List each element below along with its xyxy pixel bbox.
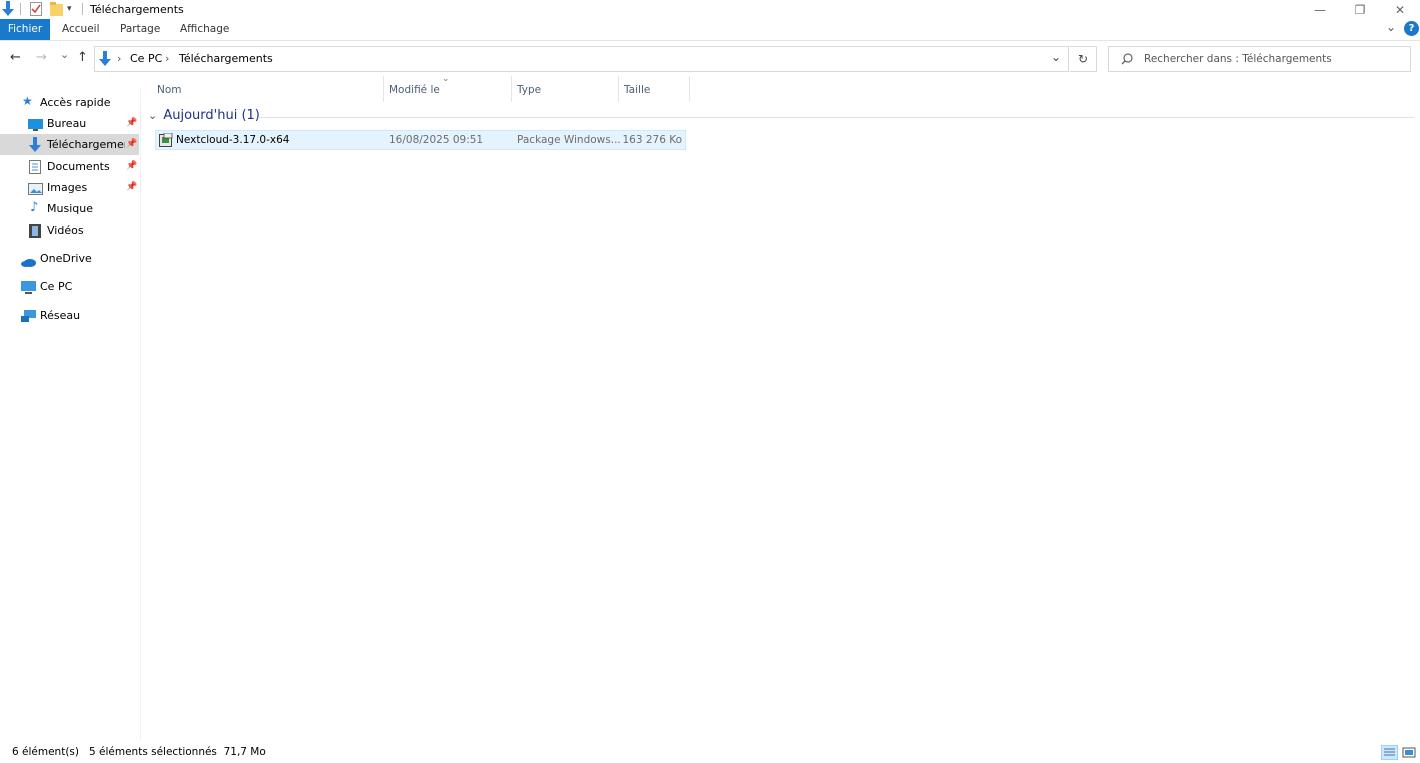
forward-button[interactable]: → [36, 50, 47, 65]
close-button[interactable]: ✕ [1380, 0, 1420, 19]
network-icon [21, 309, 36, 322]
separator [82, 3, 83, 15]
tab-accueil[interactable]: Accueil [62, 19, 100, 40]
pin-icon[interactable]: 📌 [126, 113, 137, 134]
sort-indicator-icon: ⌄ [442, 74, 450, 84]
title-bar: ▾ Téléchargements — ❐ ✕ [0, 0, 1420, 19]
ribbon-tabs: Fichier Accueil Partage Affichage ⌄ ? [0, 19, 1420, 41]
recent-locations-button[interactable]: ⌄ [60, 48, 69, 61]
minimize-button[interactable]: — [1300, 0, 1340, 19]
sidebar-item-images[interactable]: Images 📌 [0, 177, 139, 198]
sidebar-item-reseau[interactable]: Réseau [0, 305, 139, 326]
column-divider[interactable] [618, 76, 619, 102]
file-name[interactable]: Nextcloud-3.17.0-x64 [176, 134, 289, 146]
properties-icon[interactable] [30, 2, 42, 16]
onedrive-icon [21, 253, 36, 267]
window-title: Téléchargements [90, 3, 184, 16]
search-icon [1121, 53, 1133, 65]
pin-icon[interactable]: 📌 [126, 156, 137, 177]
desktop-icon [28, 117, 43, 131]
column-header-taille[interactable]: Taille [624, 80, 650, 100]
refresh-button[interactable]: ↻ [1070, 46, 1097, 72]
file-type: Package Windows... [517, 134, 621, 146]
column-header-type[interactable]: Type [517, 80, 541, 100]
group-header-today[interactable]: ⌄ Aujourd'hui (1) [148, 108, 260, 126]
tab-affichage[interactable]: Affichage [180, 19, 229, 40]
sidebar-item-ce-pc[interactable]: Ce PC [0, 276, 139, 297]
breadcrumb-separator[interactable]: › [117, 52, 121, 65]
sidebar-item-videos[interactable]: Vidéos [0, 220, 139, 241]
videos-icon [29, 224, 43, 238]
details-view-icon [1384, 748, 1395, 756]
sidebar-item-musique[interactable]: ♪ Musique [0, 198, 139, 219]
address-bar[interactable]: › Ce PC › Téléchargements ⌄ [94, 46, 1069, 72]
column-header-modifie-le[interactable]: Modifié le [389, 80, 440, 100]
installer-package-icon [159, 132, 173, 148]
navigation-pane: ★ Accès rapide Bureau 📌 Téléchargements … [0, 88, 141, 740]
file-row[interactable]: Nextcloud-3.17.0-x64 16/08/2025 09:51 Pa… [155, 130, 686, 150]
sidebar-item-bureau[interactable]: Bureau 📌 [0, 113, 139, 134]
large-icons-view-button[interactable] [1401, 745, 1418, 760]
selection-info: 5 éléments sélectionnés 71,7 Mo [89, 746, 266, 758]
details-view-button[interactable] [1381, 745, 1398, 760]
large-icons-view-icon [1402, 747, 1416, 758]
tab-partage[interactable]: Partage [120, 19, 160, 40]
tab-fichier[interactable]: Fichier [0, 19, 50, 40]
downloads-icon [28, 137, 42, 152]
star-icon: ★ [22, 94, 33, 108]
documents-icon [29, 160, 43, 174]
separator [20, 3, 21, 15]
address-dropdown-icon[interactable]: ⌄ [1051, 50, 1061, 64]
file-modified: 16/08/2025 09:51 [389, 134, 484, 146]
pin-icon[interactable]: 📌 [126, 177, 137, 198]
column-divider[interactable] [511, 76, 512, 102]
search-input[interactable]: Rechercher dans : Téléchargements [1144, 53, 1332, 65]
file-size: 163 276 Ko [622, 134, 682, 146]
column-divider[interactable] [383, 76, 384, 102]
restore-button[interactable]: ❐ [1340, 0, 1380, 19]
pin-icon[interactable]: 📌 [126, 134, 137, 155]
breadcrumb-separator[interactable]: › [165, 52, 169, 65]
group-label: Aujourd'hui (1) [163, 108, 260, 123]
navigation-bar: ← → ⌄ ↑ › Ce PC › Téléchargements ⌄ ↻ Re… [0, 41, 1420, 76]
search-box[interactable]: Rechercher dans : Téléchargements [1108, 46, 1411, 72]
sidebar-item-onedrive[interactable]: OneDrive [0, 248, 139, 269]
sidebar-item-acces-rapide[interactable]: ★ Accès rapide [0, 92, 139, 113]
pictures-icon [28, 181, 43, 195]
sidebar-item-telechargements[interactable]: Téléchargements 📌 [0, 134, 139, 155]
breadcrumb-telechargements[interactable]: Téléchargements [179, 52, 273, 65]
collapse-chevron-icon[interactable]: ⌄ [148, 109, 157, 122]
up-button[interactable]: ↑ [77, 50, 88, 65]
breadcrumb-ce-pc[interactable]: Ce PC [130, 52, 162, 65]
column-divider[interactable] [689, 76, 690, 102]
item-count: 6 élément(s) [12, 746, 79, 758]
music-icon: ♪ [30, 200, 39, 215]
sidebar-item-documents[interactable]: Documents 📌 [0, 156, 139, 177]
computer-icon [21, 280, 36, 294]
downloads-icon [98, 51, 112, 67]
ribbon-expand-icon[interactable]: ⌄ [1386, 20, 1396, 34]
new-folder-icon[interactable] [50, 2, 63, 16]
back-button[interactable]: ← [10, 50, 21, 65]
status-bar: 6 élément(s) 5 éléments sélectionnés 71,… [0, 742, 1420, 763]
group-divider [258, 117, 1414, 118]
column-header-nom[interactable]: Nom [157, 80, 182, 100]
download-arrow-icon[interactable] [1, 1, 15, 17]
customize-dropdown-icon[interactable]: ▾ [67, 4, 72, 14]
help-icon[interactable]: ? [1404, 21, 1419, 36]
